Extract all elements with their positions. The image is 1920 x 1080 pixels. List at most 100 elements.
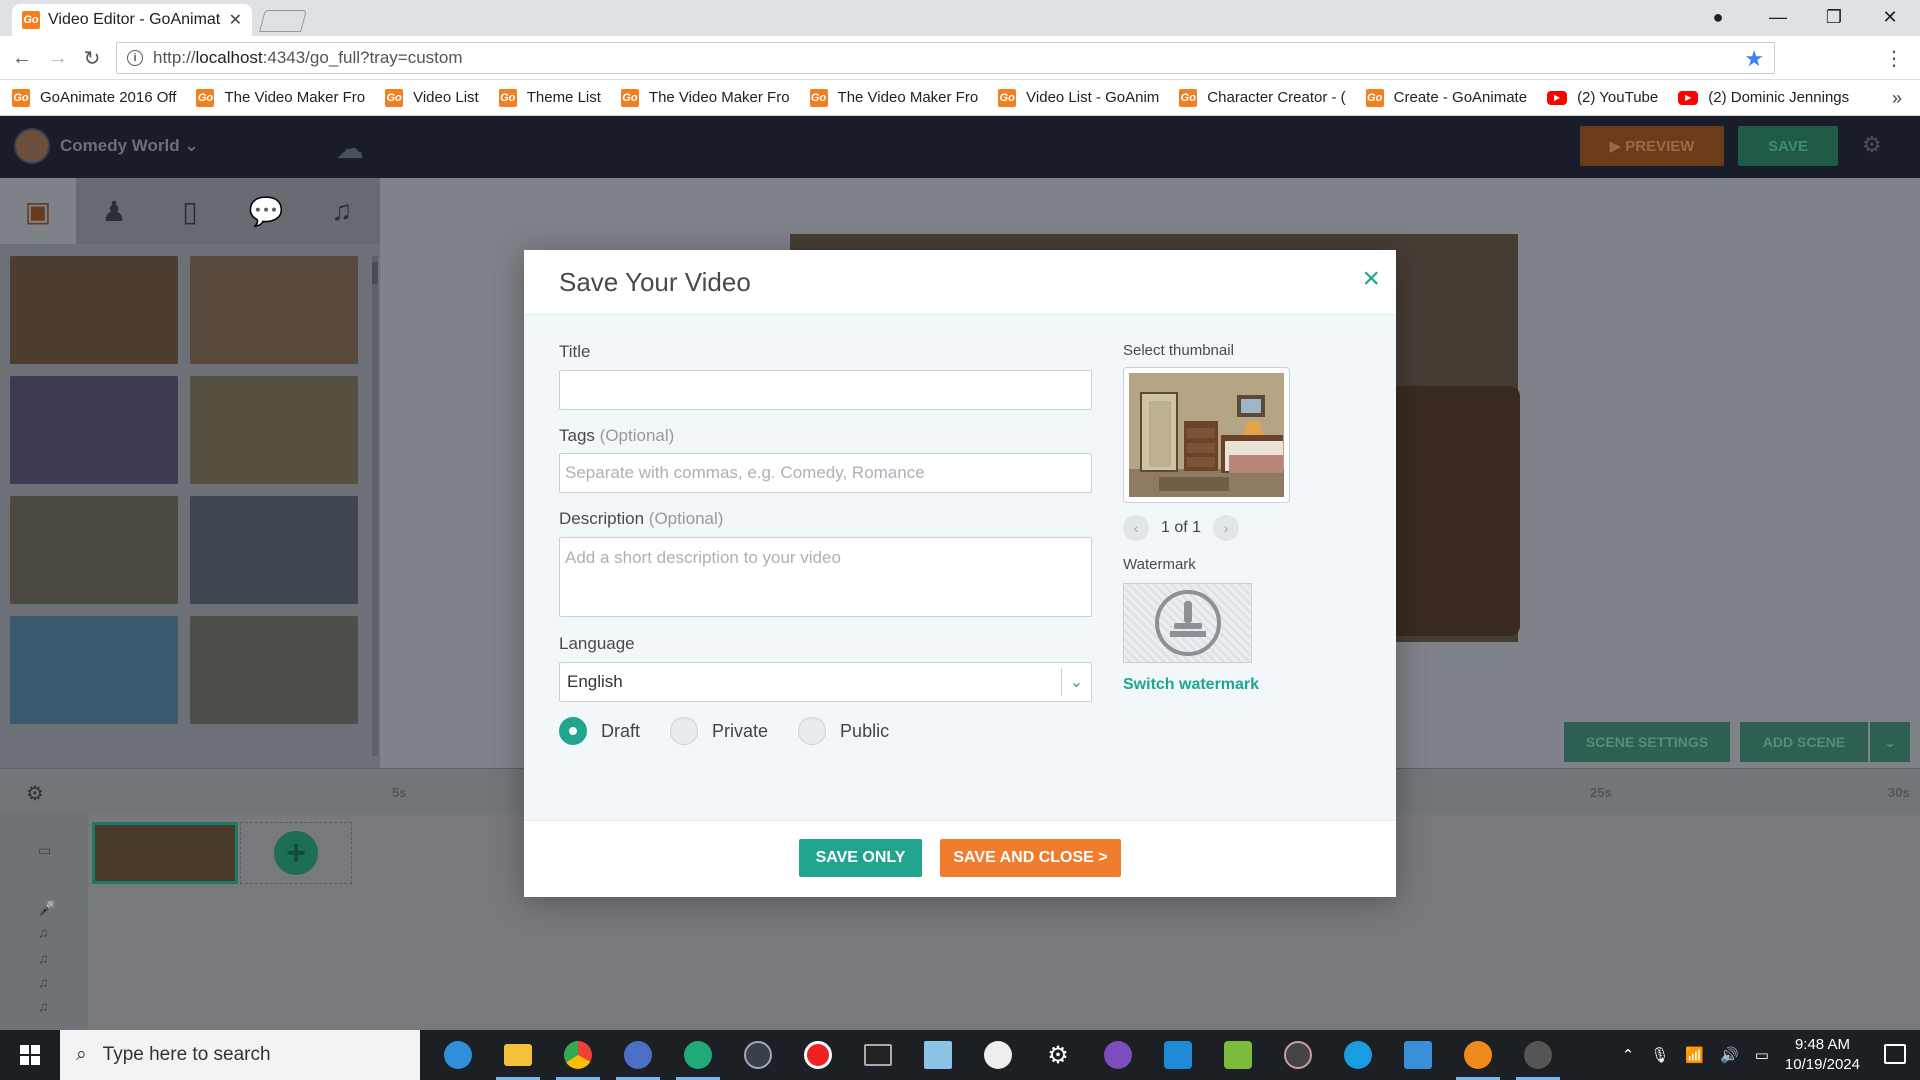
bookmark-item[interactable]: Go The Video Maker Fro xyxy=(809,88,978,107)
avatar[interactable] xyxy=(14,128,50,164)
fl-studio-icon[interactable] xyxy=(1448,1030,1508,1080)
project-name[interactable]: Comedy World ⌄ xyxy=(60,136,199,156)
tags-field[interactable]: Separate with commas, e.g. Comedy, Roman… xyxy=(559,453,1092,493)
taskbar-apps: ⚙ xyxy=(428,1030,1568,1080)
clock-app-icon[interactable] xyxy=(968,1030,1028,1080)
save-and-close-button[interactable]: SAVE AND CLOSE > xyxy=(940,839,1121,877)
watermark-preview[interactable] xyxy=(1123,583,1252,663)
privacy-radio-public[interactable]: Public xyxy=(798,717,889,745)
description-field[interactable]: Add a short description to your video xyxy=(559,537,1092,617)
bookmarks-overflow-icon[interactable]: » xyxy=(1892,88,1902,109)
timeline-gear-icon[interactable]: ⚙ xyxy=(26,781,44,806)
atom-icon[interactable] xyxy=(728,1030,788,1080)
save-only-button[interactable]: SAVE ONLY xyxy=(799,839,922,877)
bookmark-item[interactable]: Go The Video Maker Fro xyxy=(196,88,365,107)
forward-icon[interactable]: → xyxy=(44,44,72,72)
network-icon[interactable]: 📶 xyxy=(1685,1046,1704,1064)
privacy-radio-draft[interactable]: Draft xyxy=(559,717,640,745)
skype-icon[interactable] xyxy=(1328,1030,1388,1080)
settings-gear-icon[interactable]: ⚙ xyxy=(1862,132,1882,158)
site-info-icon[interactable]: i xyxy=(127,50,143,66)
background-thumbnail[interactable] xyxy=(10,616,178,724)
terminal-icon[interactable] xyxy=(848,1030,908,1080)
minimize-icon[interactable]: — xyxy=(1750,0,1806,34)
background-thumbnail[interactable] xyxy=(10,256,178,364)
thumbnail-preview[interactable] xyxy=(1123,367,1290,503)
record-icon[interactable] xyxy=(788,1030,848,1080)
volume-icon[interactable]: 🔊 xyxy=(1720,1046,1739,1064)
bookmark-item[interactable]: Go Video List - GoAnim xyxy=(998,88,1159,107)
bookmark-label: Character Creator - ( xyxy=(1207,89,1346,106)
maximize-icon[interactable]: ❐ xyxy=(1806,0,1862,34)
reload-icon[interactable]: ↻ xyxy=(78,44,106,72)
url-input[interactable]: i http://localhost:4343/go_full?tray=cus… xyxy=(116,42,1775,74)
characters-tab-icon[interactable]: ♟ xyxy=(76,178,152,244)
device-icon[interactable]: ▭ xyxy=(1755,1046,1769,1064)
bookmark-item[interactable]: Go Video List xyxy=(385,88,479,107)
background-thumbnail[interactable] xyxy=(190,616,358,724)
privacy-radio-private[interactable]: Private xyxy=(670,717,768,745)
cloud-upload-icon[interactable]: ☁ xyxy=(336,132,380,164)
browser-tab[interactable]: Go Video Editor - GoAnimate ✕ xyxy=(12,4,252,36)
background-thumbnail[interactable] xyxy=(190,256,358,364)
bookmark-item[interactable]: Go Character Creator - ( xyxy=(1179,88,1346,107)
bookmark-star-icon[interactable]: ★ xyxy=(1744,46,1764,72)
vscode-icon[interactable] xyxy=(1148,1030,1208,1080)
tray-scrollbar-thumb[interactable] xyxy=(372,262,378,284)
microphone-icon[interactable]: 🎙 xyxy=(1650,1046,1669,1064)
timeline-scene-thumbnail[interactable] xyxy=(92,822,238,884)
title-field[interactable] xyxy=(559,370,1092,410)
language-select[interactable]: English ⌄ xyxy=(559,662,1092,702)
app-lime-icon[interactable] xyxy=(1208,1030,1268,1080)
background-thumbnail[interactable] xyxy=(190,376,358,484)
background-thumbnail[interactable] xyxy=(10,376,178,484)
notifications-icon[interactable] xyxy=(1884,1044,1906,1064)
app-green-icon[interactable] xyxy=(668,1030,728,1080)
add-scene-button[interactable]: ADD SCENE xyxy=(1740,722,1868,762)
preview-button[interactable]: ▶ PREVIEW xyxy=(1580,126,1724,166)
chrome-icon[interactable] xyxy=(548,1030,608,1080)
background-thumbnail[interactable] xyxy=(10,496,178,604)
scene-settings-button[interactable]: SCENE SETTINGS xyxy=(1564,722,1730,762)
switch-watermark-link[interactable]: Switch watermark xyxy=(1123,676,1259,694)
close-icon[interactable]: × xyxy=(1362,264,1380,294)
next-thumbnail-icon[interactable]: › xyxy=(1213,515,1240,541)
backgrounds-tab-icon[interactable]: ▣ xyxy=(0,178,76,244)
start-button[interactable] xyxy=(0,1030,60,1080)
media-player-icon[interactable] xyxy=(1268,1030,1328,1080)
background-thumbnail[interactable] xyxy=(190,496,358,604)
bookmark-item[interactable]: ▶ (2) Dominic Jennings xyxy=(1678,89,1849,106)
taskbar-search-input[interactable]: ⌕ Type here to search xyxy=(60,1030,420,1080)
new-tab-button[interactable] xyxy=(259,10,307,32)
profile-icon[interactable]: ● xyxy=(1690,0,1746,34)
text-bubble-tab-icon[interactable]: 💬 xyxy=(228,178,304,244)
previous-thumbnail-icon[interactable]: ‹ xyxy=(1123,515,1149,541)
bookmark-item[interactable]: Go Create - GoAnimate xyxy=(1365,88,1527,107)
file-explorer-icon[interactable] xyxy=(488,1030,548,1080)
edge-icon[interactable] xyxy=(428,1030,488,1080)
ff-app-icon[interactable] xyxy=(1508,1030,1568,1080)
timeline-add-scene-button[interactable]: + xyxy=(240,822,352,884)
props-tab-icon[interactable]: ▯ xyxy=(152,178,228,244)
taskbar-clock[interactable]: 9:48 AM 10/19/2024 xyxy=(1785,1035,1860,1075)
add-scene-dropdown-icon[interactable]: ⌄ xyxy=(1870,722,1910,762)
chevron-up-icon[interactable]: ⌃ xyxy=(1622,1046,1635,1064)
bookmark-item[interactable]: ▶ (2) YouTube xyxy=(1547,89,1658,106)
github-icon[interactable] xyxy=(1088,1030,1148,1080)
back-icon[interactable]: ← xyxy=(8,44,36,72)
bookmark-item[interactable]: Go Theme List xyxy=(498,88,601,107)
youtube-favicon-icon: ▶ xyxy=(1678,90,1699,105)
notepad-icon[interactable] xyxy=(908,1030,968,1080)
photos-icon[interactable] xyxy=(1388,1030,1448,1080)
close-window-icon[interactable]: ✕ xyxy=(1862,0,1918,34)
search-icon: ⌕ xyxy=(76,1044,87,1065)
browser-menu-icon[interactable]: ⋮ xyxy=(1884,46,1904,71)
settings-icon[interactable]: ⚙ xyxy=(1028,1030,1088,1080)
music-tab-icon[interactable]: ♫ xyxy=(304,178,380,244)
bookmark-item[interactable]: Go GoAnimate 2016 Off xyxy=(12,88,176,107)
tab-close-icon[interactable]: ✕ xyxy=(229,10,242,30)
bookmark-item[interactable]: Go The Video Maker Fro xyxy=(620,88,790,107)
chrome-alt-icon[interactable] xyxy=(608,1030,668,1080)
tray-scrollbar[interactable] xyxy=(372,256,378,756)
save-button[interactable]: SAVE xyxy=(1738,126,1838,166)
